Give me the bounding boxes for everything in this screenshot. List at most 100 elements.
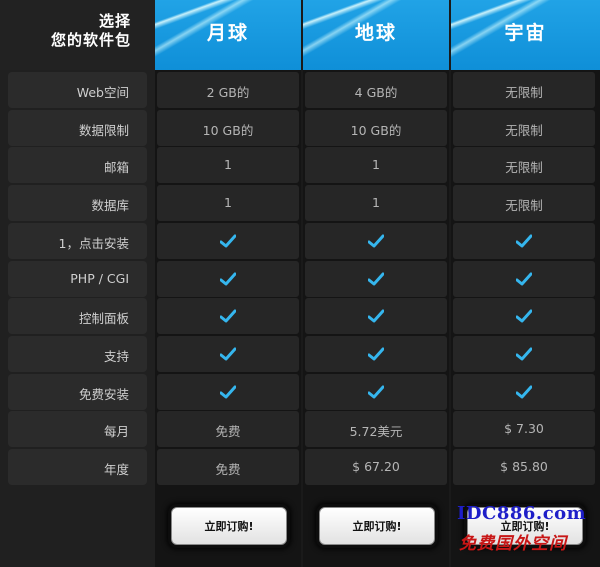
- feature-value: 1: [224, 195, 232, 210]
- feature-label-cell: 邮箱: [8, 147, 147, 183]
- feature-value: 2 GB的: [206, 85, 250, 100]
- feature-label-cell: 数据库: [8, 185, 147, 221]
- feature-value-cell: [453, 261, 595, 297]
- feature-label-cell: 每月: [8, 411, 147, 447]
- check-icon: [368, 272, 384, 286]
- feature-label: PHP / CGI: [70, 271, 129, 286]
- feature-value-cell: [157, 223, 299, 259]
- corner-title-line2: 您的软件包: [50, 31, 131, 49]
- corner-title: 选择 您的软件包: [0, 0, 155, 70]
- feature-row: 每月 免费 5.72美元 $ 7.30: [0, 411, 600, 447]
- feature-label-cell: 控制面板: [8, 298, 147, 334]
- feature-label-cell: 1，点击安装: [8, 223, 147, 259]
- feature-label-cell: Web空间: [8, 72, 147, 108]
- feature-value-cell: [305, 298, 447, 334]
- feature-label: 每月: [103, 424, 129, 439]
- plan-name: 宇宙: [504, 22, 547, 44]
- feature-value-cell: [305, 261, 447, 297]
- feature-value-cell: $ 85.80: [453, 449, 595, 485]
- feature-value-cell: 无限制: [453, 147, 595, 183]
- plan-header: 月球: [155, 0, 301, 70]
- order-now-button[interactable]: 立即订购!: [319, 507, 435, 545]
- feature-value: $ 85.80: [500, 459, 548, 474]
- feature-label: 控制面板: [78, 311, 129, 326]
- feature-value-cell: $ 67.20: [305, 449, 447, 485]
- plan-header: 地球: [303, 0, 449, 70]
- feature-row: 支持: [0, 336, 600, 372]
- feature-row: Web空间 2 GB的 4 GB的 无限制: [0, 72, 600, 108]
- feature-value: 免费: [215, 462, 241, 477]
- feature-value: 无限制: [505, 160, 543, 175]
- feature-label: 免费安装: [78, 387, 129, 402]
- feature-label-cell: 免费安装: [8, 374, 147, 410]
- plan-header: 宇宙: [451, 0, 600, 70]
- feature-value-cell: [305, 374, 447, 410]
- feature-label-cell: PHP / CGI: [8, 261, 147, 297]
- feature-value-cell: [157, 374, 299, 410]
- feature-row: PHP / CGI: [0, 261, 600, 297]
- feature-value-cell: 免费: [157, 449, 299, 485]
- feature-value-cell: [453, 298, 595, 334]
- feature-value: 无限制: [505, 198, 543, 213]
- check-icon: [516, 347, 532, 361]
- feature-value-cell: 5.72美元: [305, 411, 447, 447]
- feature-value: 5.72美元: [349, 424, 403, 439]
- feature-value-cell: 无限制: [453, 110, 595, 146]
- feature-value-cell: [305, 336, 447, 372]
- plan-name: 地球: [354, 22, 397, 44]
- feature-label: 年度: [103, 462, 129, 477]
- feature-value-cell: 4 GB的: [305, 72, 447, 108]
- corner-title-line1: 选择: [98, 12, 131, 30]
- check-icon: [516, 309, 532, 323]
- feature-value-cell: 10 GB的: [305, 110, 447, 146]
- check-icon: [368, 234, 384, 248]
- feature-value: 10 GB的: [202, 123, 254, 138]
- feature-label: 数据库: [91, 198, 129, 213]
- feature-label: 1，点击安装: [58, 236, 129, 251]
- feature-label-cell: 支持: [8, 336, 147, 372]
- feature-row: 1，点击安装: [0, 223, 600, 259]
- feature-value-cell: 10 GB的: [157, 110, 299, 146]
- check-icon: [516, 234, 532, 248]
- feature-value-cell: [157, 336, 299, 372]
- check-icon: [220, 385, 236, 399]
- check-icon: [220, 234, 236, 248]
- feature-value-cell: 1: [305, 147, 447, 183]
- check-icon: [368, 347, 384, 361]
- feature-row: 免费安装: [0, 374, 600, 410]
- check-icon: [516, 272, 532, 286]
- watermark-line2: 免费国外空间: [459, 534, 567, 554]
- feature-row: 控制面板: [0, 298, 600, 334]
- feature-value-cell: 无限制: [453, 185, 595, 221]
- feature-row: 数据库 1 1 无限制: [0, 185, 600, 221]
- feature-value: 1: [372, 157, 380, 172]
- feature-value: 无限制: [505, 123, 543, 138]
- pricing-table: 选择 您的软件包 月球 地球 宇宙 Web空间 2 GB的 4 GB的无限制 数据限制…: [0, 0, 600, 567]
- watermark-line1: IDC886.com: [457, 503, 587, 524]
- check-icon: [368, 385, 384, 399]
- feature-label: Web空间: [76, 85, 129, 100]
- feature-label-cell: 年度: [8, 449, 147, 485]
- check-icon: [220, 272, 236, 286]
- feature-value: 1: [372, 195, 380, 210]
- plan-name: 月球: [206, 22, 249, 44]
- feature-value-cell: 2 GB的: [157, 72, 299, 108]
- check-icon: [220, 309, 236, 323]
- feature-value-cell: [305, 223, 447, 259]
- feature-value-cell: [157, 261, 299, 297]
- feature-value-cell: 1: [305, 185, 447, 221]
- feature-value-cell: 1: [157, 185, 299, 221]
- check-icon: [368, 309, 384, 323]
- feature-label: 数据限制: [78, 123, 129, 138]
- feature-row: 邮箱 1 1 无限制: [0, 147, 600, 183]
- feature-value-cell: 免费: [157, 411, 299, 447]
- feature-value-cell: 1: [157, 147, 299, 183]
- feature-value: 免费: [215, 424, 241, 439]
- watermark: IDC886.com 免费国外空间: [455, 503, 600, 563]
- feature-value: $ 67.20: [352, 459, 400, 474]
- feature-label: 支持: [103, 349, 129, 364]
- feature-value-cell: [157, 298, 299, 334]
- feature-label-cell: 数据限制: [8, 110, 147, 146]
- order-now-button[interactable]: 立即订购!: [171, 507, 287, 545]
- feature-value: $ 7.30: [504, 421, 544, 436]
